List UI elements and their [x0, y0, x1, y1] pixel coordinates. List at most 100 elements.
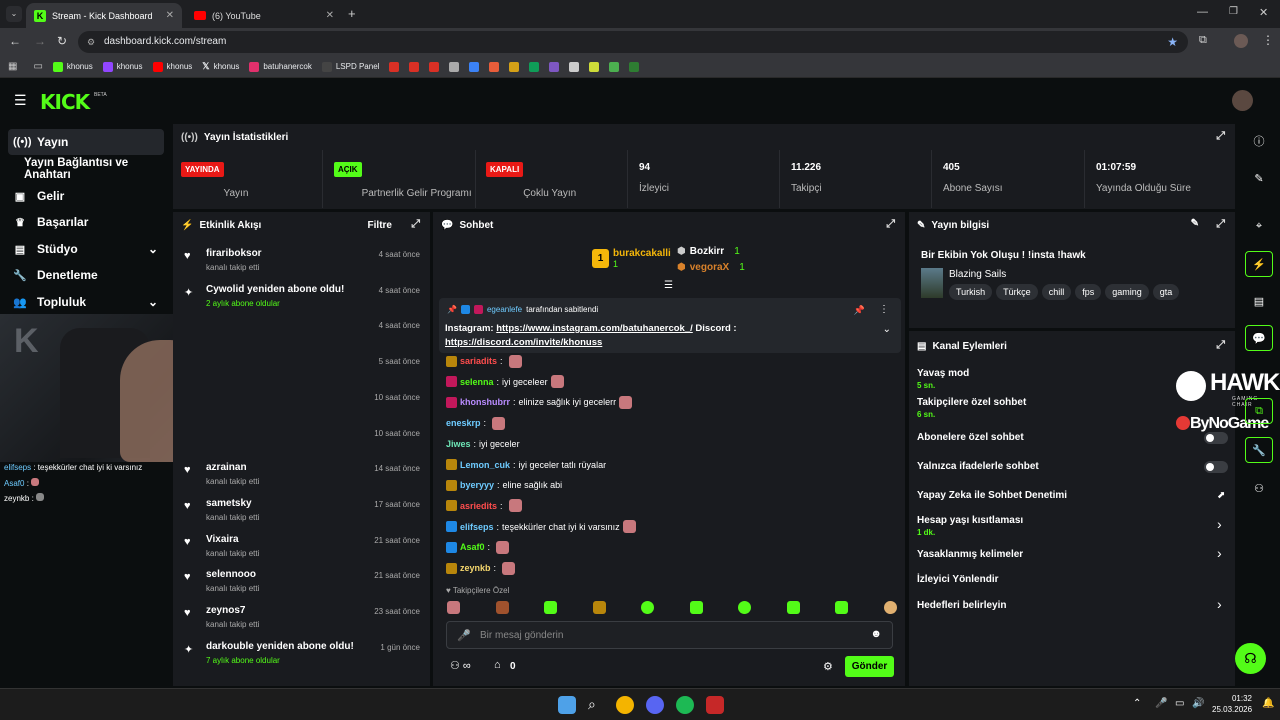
chevron-right-icon[interactable]: › [1217, 545, 1222, 561]
chat-username[interactable]: elifseps [460, 522, 494, 532]
filter-button[interactable]: Filtre [368, 220, 392, 231]
close-icon[interactable]: ✕ [326, 10, 334, 21]
tab-search-button[interactable]: ⌄ [6, 6, 22, 22]
emote-icon[interactable] [689, 601, 703, 614]
tag-pill[interactable]: gta [1152, 284, 1180, 300]
tab-youtube[interactable]: (6) YouTube ✕ [186, 3, 342, 28]
activity-item[interactable]: ♥ firariboksor kanalı takip etti 4 saat önc… [184, 248, 424, 280]
user-avatar[interactable] [1232, 90, 1253, 111]
emote-icon[interactable] [835, 601, 849, 614]
bookmark-star-icon[interactable]: ★ [1167, 31, 1178, 53]
emote-icon[interactable] [883, 601, 897, 614]
external-link-icon[interactable]: ⬈ [1217, 490, 1225, 501]
chat-username[interactable]: khonshubrr [460, 397, 510, 407]
activity-item[interactable]: ✦ Cywolid yeniden abone oldu! 2 aylık abon… [184, 284, 424, 316]
chat-message[interactable]: Jiwes: iyi geceler [446, 437, 520, 451]
activity-item[interactable]: ♥ azrainan kanalı takip etti 14 saat önce [184, 462, 424, 494]
chevron-right-icon[interactable]: › [1217, 516, 1222, 532]
expand-icon[interactable]: ⤢ [411, 218, 420, 231]
rail-activity-button[interactable]: ⚡ [1245, 251, 1273, 277]
expand-icon[interactable]: ⤢ [1216, 339, 1225, 352]
rail-notes-button[interactable]: ▤ [1245, 288, 1273, 314]
action-slow-mode[interactable]: Yavaş mod 5 sn. [917, 368, 969, 390]
settings-gear-icon[interactable]: ⚙ [823, 660, 833, 673]
sidebar-item-denetleme[interactable]: 🔧 Denetleme [8, 262, 164, 288]
chat-username[interactable]: zeynkb [460, 563, 491, 573]
chat-message[interactable]: elifseps: teşekkürler chat iyi ki varsını… [446, 520, 636, 534]
activity-item[interactable]: 5 saat önce [184, 355, 424, 387]
search-icon[interactable]: ⌕ [588, 696, 606, 714]
action-host[interactable]: İzleyici Yönlendir [917, 574, 999, 585]
chat-message[interactable]: Lemon_cuk: iyi geceler tatlı rüyalar [446, 458, 606, 472]
windows-start-icon[interactable] [558, 696, 576, 714]
site-info-icon[interactable]: ⚙ [87, 31, 95, 53]
bookmark-icon[interactable] [629, 61, 640, 72]
forward-icon[interactable]: → [34, 34, 46, 48]
activity-item[interactable]: 10 saat önce [184, 391, 424, 423]
bookmark-icon[interactable] [549, 61, 560, 72]
bookmark-instagram[interactable]: batuhanercok [249, 61, 312, 72]
kick-logo[interactable]: KICK [40, 90, 90, 114]
microphone-icon[interactable]: 🎤 [457, 629, 471, 642]
bookmark-icon[interactable] [469, 61, 480, 72]
chat-message[interactable]: byeryyy: eline sağlık abi [446, 478, 562, 492]
emote-icon[interactable] [592, 601, 606, 614]
emoji-icon[interactable]: ☻ [870, 628, 882, 640]
chat-message[interactable]: asriedits: [446, 499, 522, 513]
chat-message[interactable]: sariadits: [446, 354, 522, 368]
activity-item[interactable]: 10 saat önce [184, 427, 424, 459]
expand-icon[interactable]: ⤢ [1216, 130, 1225, 143]
bookmark-kick[interactable]: khonus [52, 61, 93, 72]
send-button[interactable]: Gönder [845, 656, 894, 677]
folder-icon[interactable]: ▭ [33, 61, 42, 72]
chat-message[interactable]: selenna: iyi geceleer [446, 375, 564, 389]
emote-icon[interactable] [447, 601, 460, 614]
chat-input[interactable]: 🎤 Bir mesaj gönderin ☻ [446, 621, 893, 649]
bookmark-icon[interactable] [569, 61, 580, 72]
action-banned-words[interactable]: Yasaklanmış kelimeler [917, 549, 1023, 560]
bookmark-twitch[interactable]: khonus [102, 61, 143, 72]
rail-chat-button[interactable]: 💬 [1245, 325, 1273, 351]
gmail-icon[interactable] [389, 61, 400, 72]
tray-network-icon[interactable]: ▭ [1175, 698, 1184, 709]
bookmark-x[interactable]: 𝕏khonus [202, 61, 239, 72]
connections-icon[interactable]: ⚇ ∞ [450, 659, 471, 672]
chat-username[interactable]: asriedits [460, 501, 497, 511]
activity-item[interactable]: ✦ darkouble yeniden abone oldu! 7 aylık ab… [184, 641, 424, 673]
chevron-down-icon[interactable]: ⌄ [883, 324, 891, 335]
chat-username[interactable]: sariadits [460, 356, 497, 366]
tag-pill[interactable]: gaming [1105, 284, 1149, 300]
chat-username[interactable]: byeryyy [460, 480, 494, 490]
url-input[interactable]: ⚙ dashboard.kick.com/stream ★ [78, 31, 1188, 53]
bookmark-icon[interactable] [489, 61, 500, 72]
extensions-icon[interactable]: ⧉ [1199, 34, 1207, 47]
chat-username[interactable]: Lemon_cuk [460, 460, 510, 470]
instagram-link[interactable]: https://www.instagram.com/batuhanercok_/ [496, 323, 693, 334]
window-close-button[interactable]: ✕ [1259, 6, 1268, 19]
tag-pill[interactable]: Turkish [949, 284, 993, 300]
action-followers-only[interactable]: Takipçilere özel sohbet 6 sn. [917, 397, 1026, 419]
expand-icon[interactable]: ⤢ [1216, 218, 1225, 231]
emote-icon[interactable] [738, 601, 752, 614]
profile-avatar[interactable] [1234, 34, 1248, 48]
chrome-icon[interactable] [616, 696, 634, 714]
tray-clock[interactable]: 01:32 25.03.2026 [1212, 693, 1252, 715]
discord-link[interactable]: https://discord.com/invite/khonuss [445, 337, 602, 348]
rail-edit-button[interactable]: ✎ [1245, 165, 1273, 191]
action-subs-only[interactable]: Abonelere özel sohbet [917, 432, 1024, 443]
back-icon[interactable]: ← [9, 34, 21, 48]
gmail-icon[interactable] [429, 61, 440, 72]
store-icon[interactable]: ⌂ [494, 659, 501, 671]
action-goals[interactable]: Hedefleri belirleyin [917, 600, 1006, 611]
app-icon[interactable] [706, 696, 724, 714]
activity-item[interactable]: ♥ selennooo kanalı takip etti 21 saat önce [184, 569, 424, 601]
maximize-button[interactable]: ❐ [1229, 6, 1238, 17]
activity-item[interactable]: ♥ Vixaira kanalı takip etti 21 saat önce [184, 534, 424, 566]
bookmark-youtube[interactable]: khonus [152, 61, 192, 72]
chat-username[interactable]: Jiwes [446, 439, 471, 449]
hamburger-menu-icon[interactable]: ☰ [14, 92, 27, 109]
sidebar-item-yayin[interactable]: ((•)) Yayın [8, 129, 164, 155]
sidebar-item-studyo[interactable]: ▤ Stüdyo ⌄ [8, 236, 164, 262]
bookmark-icon[interactable] [509, 61, 520, 72]
activity-item[interactable]: 4 saat önce [184, 319, 424, 351]
